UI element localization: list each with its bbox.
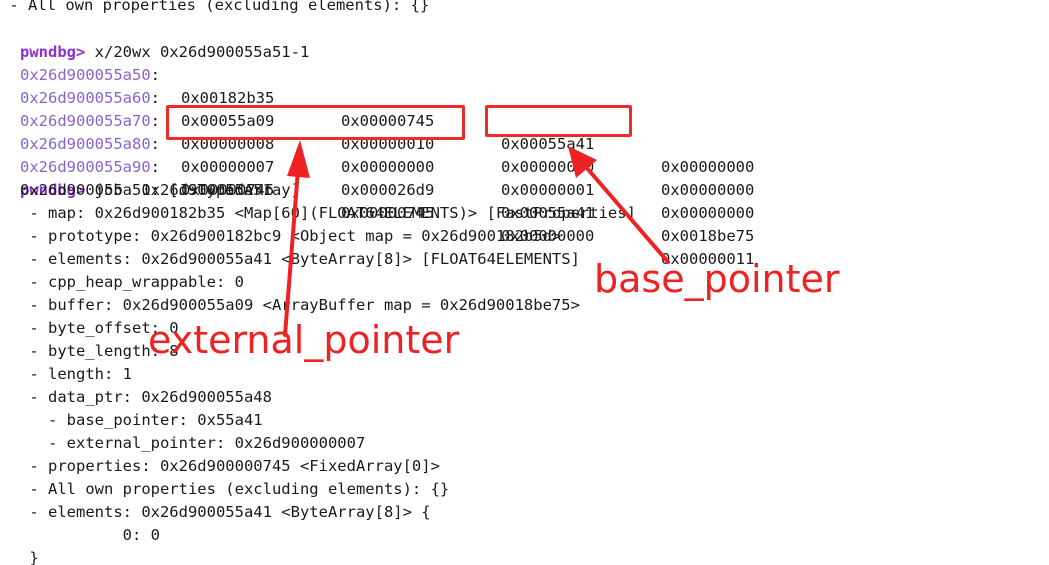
external-pointer-label: external_pointer	[148, 318, 460, 362]
terminal-window[interactable]: - All own properties (excluding elements…	[0, 0, 1049, 565]
annotation-arrows	[283, 140, 670, 337]
arrow-base-pointer	[568, 146, 670, 264]
base-pointer-label: base_pointer	[594, 257, 840, 301]
arrow-external-pointer	[283, 140, 310, 337]
